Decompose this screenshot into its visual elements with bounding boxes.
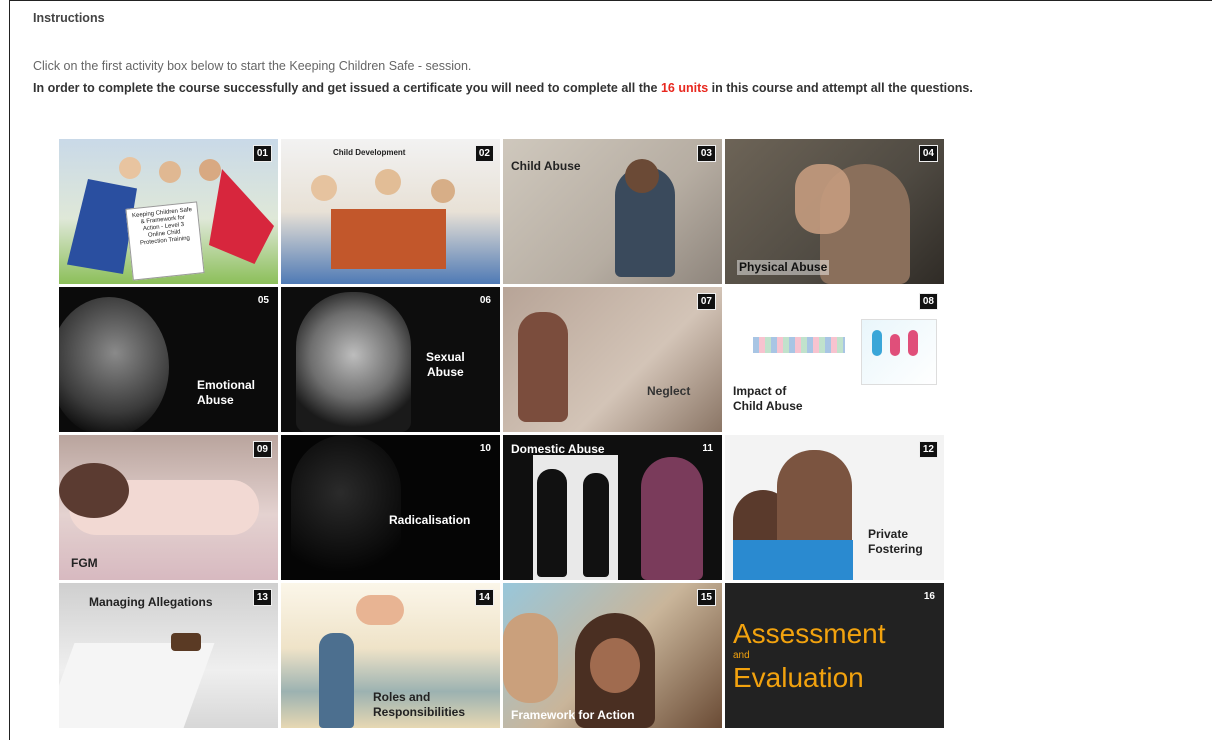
tile-label-08: Impact of Child Abuse bbox=[733, 384, 803, 413]
tile-label-16-line1: Assessment bbox=[733, 618, 886, 649]
child-head bbox=[199, 159, 221, 181]
activity-tile-02[interactable]: Child Development 02 bbox=[281, 139, 500, 284]
activity-tile-06[interactable]: Sexual Abuse 06 bbox=[281, 287, 500, 432]
instructions-heading: Instructions bbox=[33, 11, 105, 25]
figure-icon bbox=[908, 330, 918, 356]
activity-tile-11[interactable]: Domestic Abuse 11 bbox=[503, 435, 722, 580]
tile-number-15: 15 bbox=[696, 589, 716, 606]
requirements-text-start: In order to complete the course successf… bbox=[33, 81, 661, 95]
activity-tile-08[interactable]: Impact of Child Abuse 08 bbox=[725, 287, 944, 432]
tile-number-16: 16 bbox=[923, 591, 935, 602]
tile-number-07: 07 bbox=[696, 293, 716, 310]
hooded-child bbox=[296, 292, 411, 432]
tile-label-16-line3: Evaluation bbox=[733, 662, 864, 693]
tile-number-12: 12 bbox=[918, 441, 938, 458]
child-hair bbox=[59, 463, 129, 518]
child-head bbox=[159, 161, 181, 183]
units-highlight: 16 units bbox=[660, 81, 709, 95]
tile-label-07: Neglect bbox=[647, 384, 691, 398]
silhouette bbox=[537, 469, 567, 577]
activity-grid: Keeping Children Safe & Framework for Ac… bbox=[59, 139, 944, 728]
paper-shape bbox=[59, 643, 215, 728]
activity-tile-04[interactable]: Physical Abuse 04 bbox=[725, 139, 944, 284]
child-head bbox=[431, 179, 455, 203]
child-head bbox=[311, 175, 337, 201]
tile-label-14: Roles and Responsibilities bbox=[373, 690, 466, 719]
child-head bbox=[119, 157, 141, 179]
activity-tile-01[interactable]: Keeping Children Safe & Framework for Ac… bbox=[59, 139, 278, 284]
tile-number-13: 13 bbox=[252, 589, 272, 606]
tile-label-04: Physical Abuse bbox=[737, 260, 830, 275]
sign-board: Keeping Children Safe & Framework for Ac… bbox=[125, 201, 205, 281]
tile-number-03: 03 bbox=[696, 145, 716, 162]
child-head bbox=[375, 169, 401, 195]
tile-number-04: 04 bbox=[918, 145, 938, 162]
child-head bbox=[625, 159, 659, 193]
tile-label-09: FGM bbox=[71, 556, 98, 570]
tile-number-08: 08 bbox=[918, 293, 938, 310]
activity-tile-09[interactable]: FGM 09 bbox=[59, 435, 278, 580]
activity-tile-10[interactable]: Radicalisation 10 bbox=[281, 435, 500, 580]
shirt-shape bbox=[733, 540, 853, 580]
silhouette bbox=[583, 473, 609, 577]
child-face bbox=[590, 638, 640, 693]
tile-label-13: Managing Allegations bbox=[89, 595, 213, 609]
tile-label-11: Domestic Abuse bbox=[511, 442, 605, 456]
child-figure bbox=[356, 595, 404, 625]
requirements-text-end: in this course and attempt all the quest… bbox=[708, 81, 973, 95]
tile-number-09: 09 bbox=[252, 441, 272, 458]
tile-label-10: Radicalisation bbox=[389, 513, 471, 527]
activity-tile-05[interactable]: Emotional Abuse 05 bbox=[59, 287, 278, 432]
instructions-line-requirements: In order to complete the course successf… bbox=[33, 81, 973, 95]
activity-tile-15[interactable]: Framework for Action 15 bbox=[503, 583, 722, 728]
activity-tile-07[interactable]: Neglect 07 bbox=[503, 287, 722, 432]
figure-icon bbox=[872, 330, 882, 356]
child-figure bbox=[518, 312, 568, 422]
activity-tile-16[interactable]: Assessment and Evaluation 16 bbox=[725, 583, 944, 728]
tile-label-12: Private Fostering bbox=[868, 527, 923, 556]
child-face bbox=[59, 297, 169, 432]
activity-tile-12[interactable]: Private Fostering 12 bbox=[725, 435, 944, 580]
tile-label-15: Framework for Action bbox=[511, 708, 635, 722]
tile-number-01: 01 bbox=[252, 145, 272, 162]
tile-label-16-line2: and bbox=[733, 650, 750, 661]
shadowed-figure bbox=[291, 435, 401, 580]
activity-tile-03[interactable]: Child Abuse 03 bbox=[503, 139, 722, 284]
tile-number-06: 06 bbox=[479, 295, 491, 306]
tile-label-05: Emotional Abuse bbox=[197, 378, 256, 407]
tile-number-02: 02 bbox=[474, 145, 494, 162]
tile-label-01: Keeping Children Safe & Framework for Ac… bbox=[131, 207, 193, 247]
tile-number-05: 05 bbox=[257, 295, 269, 306]
gavel-icon bbox=[171, 633, 201, 651]
table-shape bbox=[331, 209, 446, 269]
family-illustration bbox=[861, 319, 937, 385]
tile-number-14: 14 bbox=[474, 589, 494, 606]
activity-tile-14[interactable]: Roles and Responsibilities 14 bbox=[281, 583, 500, 728]
child-figure bbox=[503, 613, 558, 703]
instructions-line-start: Click on the first activity box below to… bbox=[33, 59, 472, 73]
adult-figure bbox=[319, 633, 354, 728]
activity-tile-13[interactable]: Managing Allegations 13 bbox=[59, 583, 278, 728]
tile-number-10: 10 bbox=[479, 443, 491, 454]
tile-label-06: Sexual Abuse bbox=[426, 350, 465, 379]
child-figure bbox=[641, 457, 703, 580]
tile-number-11: 11 bbox=[702, 443, 713, 454]
figure-icon bbox=[890, 334, 900, 356]
raised-hand bbox=[795, 164, 850, 234]
tile-label-02: Child Development bbox=[333, 148, 406, 157]
tile-label-03: Child Abuse bbox=[511, 159, 581, 173]
illustration-strip bbox=[753, 337, 845, 353]
cape-shape bbox=[209, 169, 274, 264]
